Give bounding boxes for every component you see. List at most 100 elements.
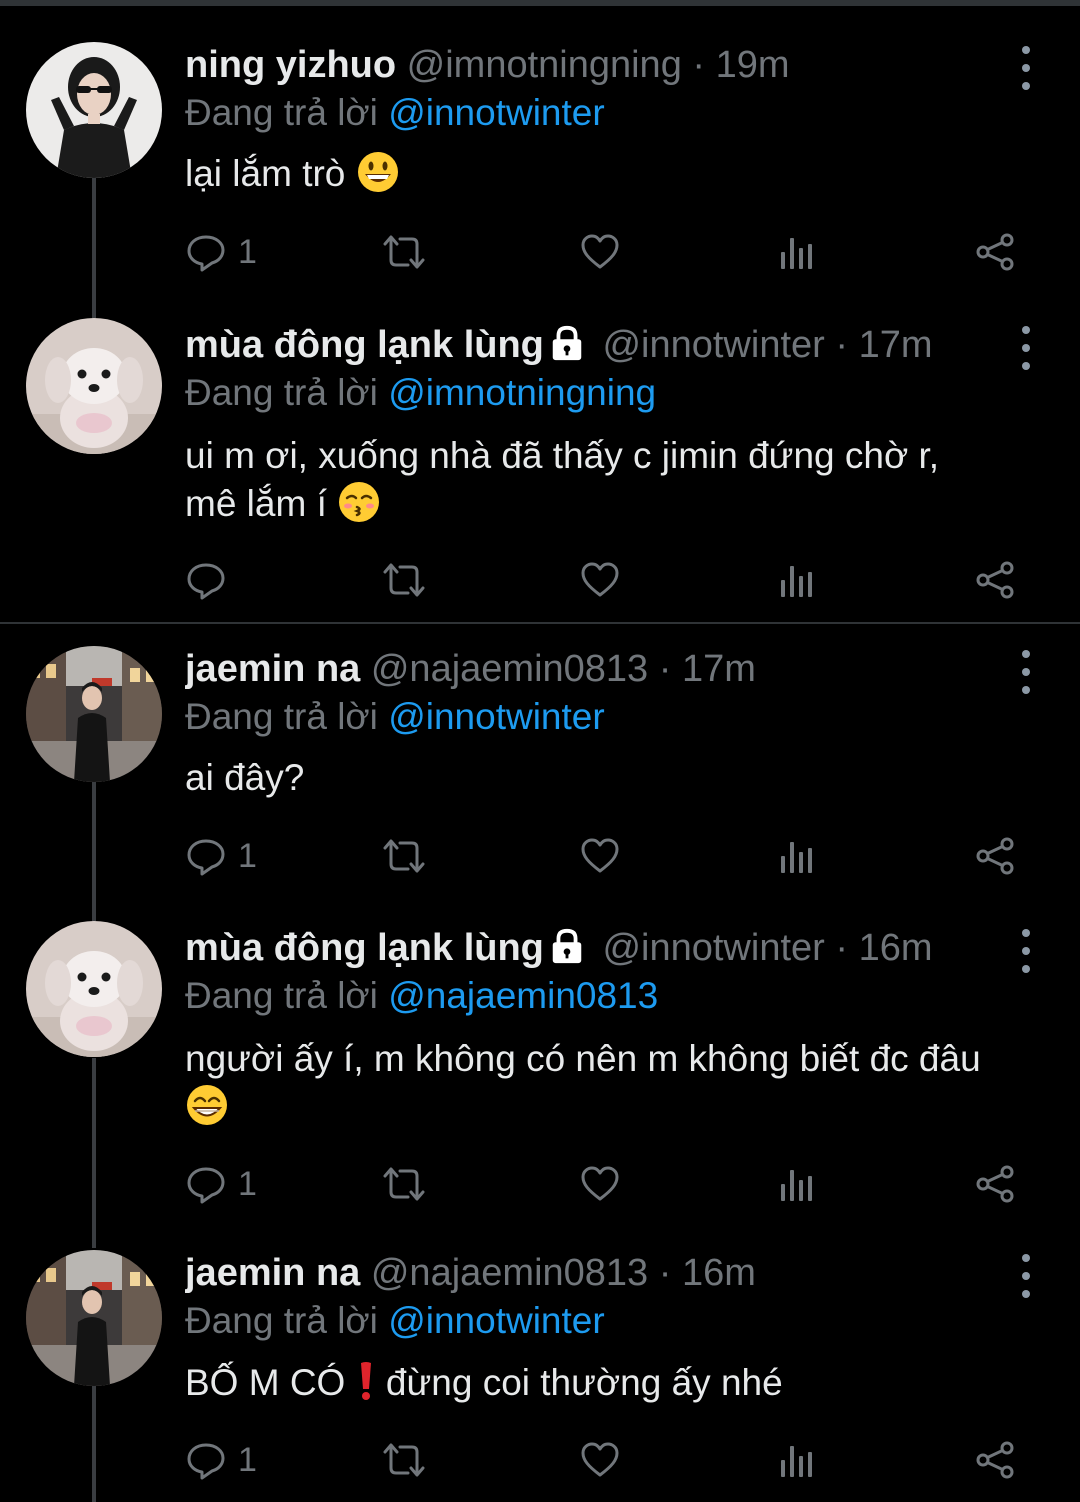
exclamation-mark-emoji <box>356 1359 376 1403</box>
display-name[interactable]: ning yizhuo <box>185 44 396 86</box>
tweet-text: BỐ M CÓ đừng coi thường ấy nhé <box>185 1359 1050 1407</box>
tweet-text-content: đừng coi thường ấy nhé <box>385 1362 783 1403</box>
timestamp[interactable]: 17m <box>859 324 933 366</box>
heart-icon <box>580 1440 620 1480</box>
like-button[interactable] <box>580 1435 620 1485</box>
share-button[interactable] <box>973 831 1017 881</box>
replying-prefix: Đang trả lời <box>185 92 378 133</box>
avatar[interactable] <box>26 42 162 178</box>
timestamp[interactable]: 16m <box>859 927 933 969</box>
tweet-text-content: lại lắm trò <box>185 153 346 194</box>
thread-line <box>92 1058 96 1248</box>
handle[interactable]: @innotwinter <box>602 324 824 366</box>
timestamp[interactable]: 19m <box>716 44 790 86</box>
views-icon <box>778 560 818 600</box>
avatar[interactable] <box>26 921 162 1057</box>
share-icon <box>973 836 1017 876</box>
lock-icon <box>548 927 586 965</box>
like-button[interactable] <box>580 1159 620 1209</box>
tweet-text: ui m ơi, xuống nhà đã thấy c jimin đứng … <box>185 432 1050 528</box>
tweet-text: ai đây? <box>185 754 1050 802</box>
replying-prefix: Đang trả lời <box>185 372 378 413</box>
tweet-header: ning yizhuo @imnotningning · 19m <box>185 42 1000 88</box>
retweet-icon <box>380 836 428 876</box>
retweet-button[interactable] <box>380 1435 428 1485</box>
views-button[interactable] <box>778 1159 818 1209</box>
retweet-icon <box>380 560 428 600</box>
reply-button[interactable]: 1 <box>186 227 257 277</box>
reply-button[interactable]: 1 <box>186 1159 257 1209</box>
handle[interactable]: @najaemin0813 <box>371 1252 648 1294</box>
beaming-face-emoji <box>185 1083 229 1127</box>
mention-link[interactable]: @innotwinter <box>388 696 605 737</box>
more-options-icon[interactable] <box>1014 1254 1038 1298</box>
replying-prefix: Đang trả lời <box>185 975 378 1016</box>
handle[interactable]: @innotwinter <box>602 927 824 969</box>
views-button[interactable] <box>778 555 818 605</box>
tweet-header: jaemin na @najaemin0813 · 17m <box>185 646 1000 692</box>
replying-to: Đang trả lời @innotwinter <box>185 694 605 740</box>
like-button[interactable] <box>580 831 620 881</box>
grinning-face-emoji <box>356 150 400 194</box>
like-button[interactable] <box>580 555 620 605</box>
share-button[interactable] <box>973 1435 1017 1485</box>
timestamp[interactable]: 17m <box>682 648 756 690</box>
retweet-icon <box>380 232 428 272</box>
reply-button[interactable] <box>186 555 238 605</box>
tweet-text: lại lắm trò <box>185 150 1050 198</box>
display-name[interactable]: jaemin na <box>185 648 360 690</box>
heart-icon <box>580 836 620 876</box>
share-icon <box>973 232 1017 272</box>
separator: · <box>692 44 706 86</box>
more-options-icon[interactable] <box>1014 929 1038 973</box>
tweet-text-line: ui m ơi, xuống nhà đã thấy c jimin đứng … <box>185 435 940 476</box>
retweet-button[interactable] <box>380 227 428 277</box>
reply-icon <box>186 232 226 272</box>
mention-link[interactable]: @innotwinter <box>388 1300 605 1341</box>
tweet-text-line: người ấy í, m không có nên m không biết … <box>185 1038 981 1079</box>
replies-thread: ning yizhuo @imnotningning · 19m Đang tr… <box>0 0 1080 1502</box>
display-name[interactable]: mùa đông lạnk lùng <box>185 324 544 366</box>
handle[interactable]: @najaemin0813 <box>371 648 648 690</box>
replying-prefix: Đang trả lời <box>185 696 378 737</box>
handle[interactable]: @imnotningning <box>407 44 682 86</box>
separator: · <box>835 927 849 969</box>
retweet-icon <box>380 1440 428 1480</box>
views-button[interactable] <box>778 227 818 277</box>
more-options-icon[interactable] <box>1014 46 1038 90</box>
reply-button[interactable]: 1 <box>186 831 257 881</box>
share-button[interactable] <box>973 555 1017 605</box>
views-button[interactable] <box>778 831 818 881</box>
display-name[interactable]: mùa đông lạnk lùng <box>185 927 544 969</box>
heart-icon <box>580 1164 620 1204</box>
action-bar <box>0 555 1080 605</box>
retweet-icon <box>380 1164 428 1204</box>
action-bar: 1 <box>0 227 1080 277</box>
avatar[interactable] <box>26 318 162 454</box>
share-button[interactable] <box>973 227 1017 277</box>
views-button[interactable] <box>778 1435 818 1485</box>
display-name[interactable]: jaemin na <box>185 1252 360 1294</box>
tweet-text-line: mê lắm í <box>185 483 327 524</box>
replying-to: Đang trả lời @imnotningning <box>185 370 656 416</box>
mention-link[interactable]: @najaemin0813 <box>388 975 658 1016</box>
mention-link[interactable]: @imnotningning <box>388 372 656 413</box>
share-button[interactable] <box>973 1159 1017 1209</box>
retweet-button[interactable] <box>380 1159 428 1209</box>
reply-icon <box>186 836 226 876</box>
girl-sunglasses-avatar <box>26 42 162 178</box>
timestamp[interactable]: 16m <box>682 1252 756 1294</box>
reply-button[interactable]: 1 <box>186 1435 257 1485</box>
avatar[interactable] <box>26 646 162 782</box>
retweet-button[interactable] <box>380 831 428 881</box>
top-divider <box>0 0 1080 6</box>
like-button[interactable] <box>580 227 620 277</box>
tweet-text-content: BỐ M CÓ <box>185 1362 346 1403</box>
more-options-icon[interactable] <box>1014 650 1038 694</box>
retweet-button[interactable] <box>380 555 428 605</box>
mention-link[interactable]: @innotwinter <box>388 92 605 133</box>
more-options-icon[interactable] <box>1014 326 1038 370</box>
avatar[interactable] <box>26 1250 162 1386</box>
views-icon <box>778 1164 818 1204</box>
street-photo-avatar <box>26 1250 162 1386</box>
